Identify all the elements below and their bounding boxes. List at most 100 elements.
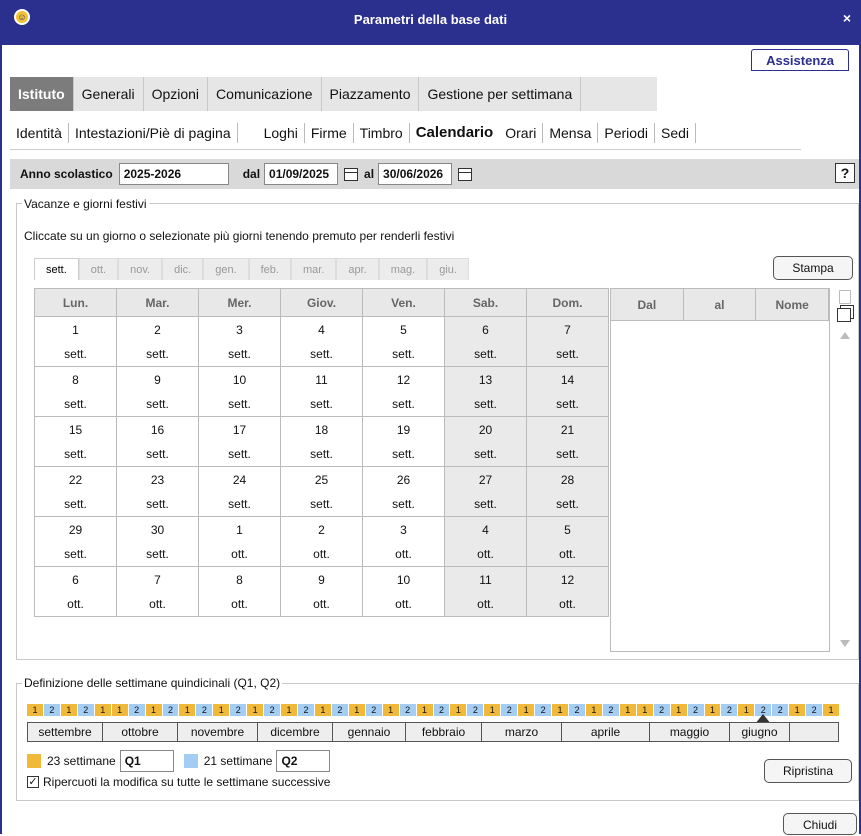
calendar-day[interactable]: 26 sett. bbox=[362, 466, 445, 517]
week-cell[interactable]: 1 bbox=[704, 704, 721, 716]
start-date-field[interactable]: 01/09/2025 bbox=[264, 163, 339, 185]
sub-tab-6[interactable]: Orari bbox=[499, 122, 544, 143]
week-cell[interactable]: 1 bbox=[145, 704, 162, 716]
week-cell[interactable]: 1 bbox=[60, 704, 77, 716]
week-cell[interactable]: 2 bbox=[77, 704, 94, 716]
month-tab[interactable]: mag. bbox=[378, 258, 428, 280]
calendar-day[interactable]: 12 ott. bbox=[526, 566, 609, 617]
week-cell[interactable]: 1 bbox=[281, 704, 297, 716]
calendar-icon[interactable] bbox=[344, 167, 359, 181]
calendar-day[interactable]: 27 sett. bbox=[444, 466, 527, 517]
week-cell[interactable]: 2 bbox=[535, 704, 552, 716]
help-button[interactable]: Assistenza bbox=[751, 49, 849, 71]
calendar-day[interactable]: 25 sett. bbox=[280, 466, 363, 517]
sub-tab-5[interactable]: Calendario bbox=[410, 123, 500, 143]
print-button[interactable]: Stampa bbox=[773, 256, 853, 280]
month-tab[interactable]: ott. bbox=[78, 258, 119, 280]
calendar-day[interactable]: 4 ott. bbox=[444, 516, 527, 567]
week-cell[interactable]: 2 bbox=[196, 704, 213, 716]
week-cell[interactable]: 1 bbox=[670, 704, 687, 716]
week-cell[interactable]: 1 bbox=[619, 704, 636, 716]
calendar-day[interactable]: 1 sett. bbox=[34, 316, 117, 367]
month-tab[interactable]: sett. bbox=[34, 258, 79, 280]
week-cell[interactable]: 2 bbox=[399, 704, 416, 716]
main-tab-1[interactable]: Generali bbox=[74, 77, 144, 111]
q2-name-field[interactable]: Q2 bbox=[276, 750, 331, 772]
calendar-day[interactable]: 5 sett. bbox=[362, 316, 445, 367]
week-cell[interactable]: 1 bbox=[247, 704, 264, 716]
scroll-down-icon[interactable] bbox=[840, 640, 850, 647]
calendar-day[interactable]: 14 sett. bbox=[526, 366, 609, 417]
week-cell[interactable]: 1 bbox=[382, 704, 399, 716]
calendar-day[interactable]: 19 sett. bbox=[362, 416, 445, 467]
calendar-day[interactable]: 2 ott. bbox=[280, 516, 363, 567]
calendar-day[interactable]: 21 sett. bbox=[526, 416, 609, 467]
calendar-icon[interactable] bbox=[458, 167, 473, 181]
week-cell[interactable]: 2 bbox=[467, 704, 484, 716]
calendar-day[interactable]: 20 sett. bbox=[444, 416, 527, 467]
main-tab-2[interactable]: Opzioni bbox=[144, 77, 209, 111]
calendar-day[interactable]: 22 sett. bbox=[34, 466, 117, 517]
calendar-day[interactable]: 6 sett. bbox=[444, 316, 527, 367]
calendar-day[interactable]: 17 sett. bbox=[198, 416, 281, 467]
week-cell[interactable]: 1 bbox=[416, 704, 433, 716]
month-tab[interactable]: gen. bbox=[203, 258, 249, 280]
holiday-list-header[interactable]: Dal bbox=[611, 289, 684, 320]
week-cell[interactable]: 2 bbox=[162, 704, 179, 716]
propagate-checkbox[interactable]: ✓ bbox=[27, 776, 39, 788]
calendar-day[interactable]: 6 ott. bbox=[34, 566, 117, 617]
calendar-day[interactable]: 9 sett. bbox=[116, 366, 199, 417]
month-tab[interactable]: feb. bbox=[248, 258, 291, 280]
main-tab-4[interactable]: Piazzamento bbox=[322, 77, 420, 111]
trash-icon[interactable] bbox=[839, 290, 851, 304]
month-tab[interactable]: giu. bbox=[427, 258, 469, 280]
week-cell[interactable]: 2 bbox=[653, 704, 670, 716]
q1-name-field[interactable]: Q1 bbox=[119, 750, 174, 772]
main-tab-3[interactable]: Comunicazione bbox=[208, 77, 322, 111]
week-cell[interactable]: 1 bbox=[823, 704, 839, 716]
calendar-day[interactable]: 2 sett. bbox=[116, 316, 199, 367]
calendar-day[interactable]: 13 sett. bbox=[444, 366, 527, 417]
week-cell[interactable]: 1 bbox=[636, 704, 653, 716]
calendar-day[interactable]: 11 sett. bbox=[280, 366, 363, 417]
scroll-up-icon[interactable] bbox=[840, 332, 850, 339]
week-cell[interactable]: 2 bbox=[230, 704, 247, 716]
close-icon[interactable]: × bbox=[843, 10, 851, 26]
list-scrollbar[interactable] bbox=[833, 288, 857, 652]
calendar-day[interactable]: 24 sett. bbox=[198, 466, 281, 517]
week-cell[interactable]: 1 bbox=[314, 704, 331, 716]
week-cell[interactable]: 1 bbox=[518, 704, 535, 716]
week-cell[interactable]: 1 bbox=[585, 704, 602, 716]
week-cell[interactable]: 2 bbox=[687, 704, 704, 716]
week-cell[interactable]: 1 bbox=[111, 704, 128, 716]
sub-tab-3[interactable]: Firme bbox=[305, 122, 354, 143]
week-cell[interactable]: 1 bbox=[179, 704, 196, 716]
week-cell[interactable]: 1 bbox=[94, 704, 111, 716]
sub-tab-8[interactable]: Periodi bbox=[598, 122, 655, 143]
week-strip[interactable]: 1212112121212121212121212121212121211212… bbox=[27, 704, 839, 716]
main-tab-5[interactable]: Gestione per settimana bbox=[419, 77, 582, 111]
week-cell[interactable]: 1 bbox=[450, 704, 467, 716]
week-cell[interactable]: 1 bbox=[552, 704, 568, 716]
week-cell[interactable]: 1 bbox=[738, 704, 755, 716]
week-cell[interactable]: 1 bbox=[789, 704, 806, 716]
month-tab[interactable]: mar. bbox=[290, 258, 337, 280]
calendar-day[interactable]: 7 sett. bbox=[526, 316, 609, 367]
calendar-day[interactable]: 8 sett. bbox=[34, 366, 117, 417]
holiday-list-header[interactable]: Nome bbox=[756, 289, 830, 320]
calendar-day[interactable]: 10 sett. bbox=[198, 366, 281, 417]
week-cell[interactable]: 1 bbox=[348, 704, 365, 716]
week-cell[interactable]: 2 bbox=[365, 704, 382, 716]
week-cell[interactable]: 2 bbox=[569, 704, 585, 716]
week-cell[interactable]: 1 bbox=[27, 704, 43, 716]
close-button[interactable]: Chiudi bbox=[783, 813, 857, 835]
week-cell[interactable]: 1 bbox=[484, 704, 501, 716]
calendar-day[interactable]: 7 ott. bbox=[116, 566, 199, 617]
calendar-day[interactable]: 1 ott. bbox=[198, 516, 281, 567]
calendar-day[interactable]: 12 sett. bbox=[362, 366, 445, 417]
week-cell[interactable]: 2 bbox=[721, 704, 738, 716]
calendar-day[interactable]: 8 ott. bbox=[198, 566, 281, 617]
month-tab[interactable]: apr. bbox=[336, 258, 379, 280]
week-cell[interactable]: 2 bbox=[806, 704, 823, 716]
month-tab[interactable]: nov. bbox=[118, 258, 163, 280]
